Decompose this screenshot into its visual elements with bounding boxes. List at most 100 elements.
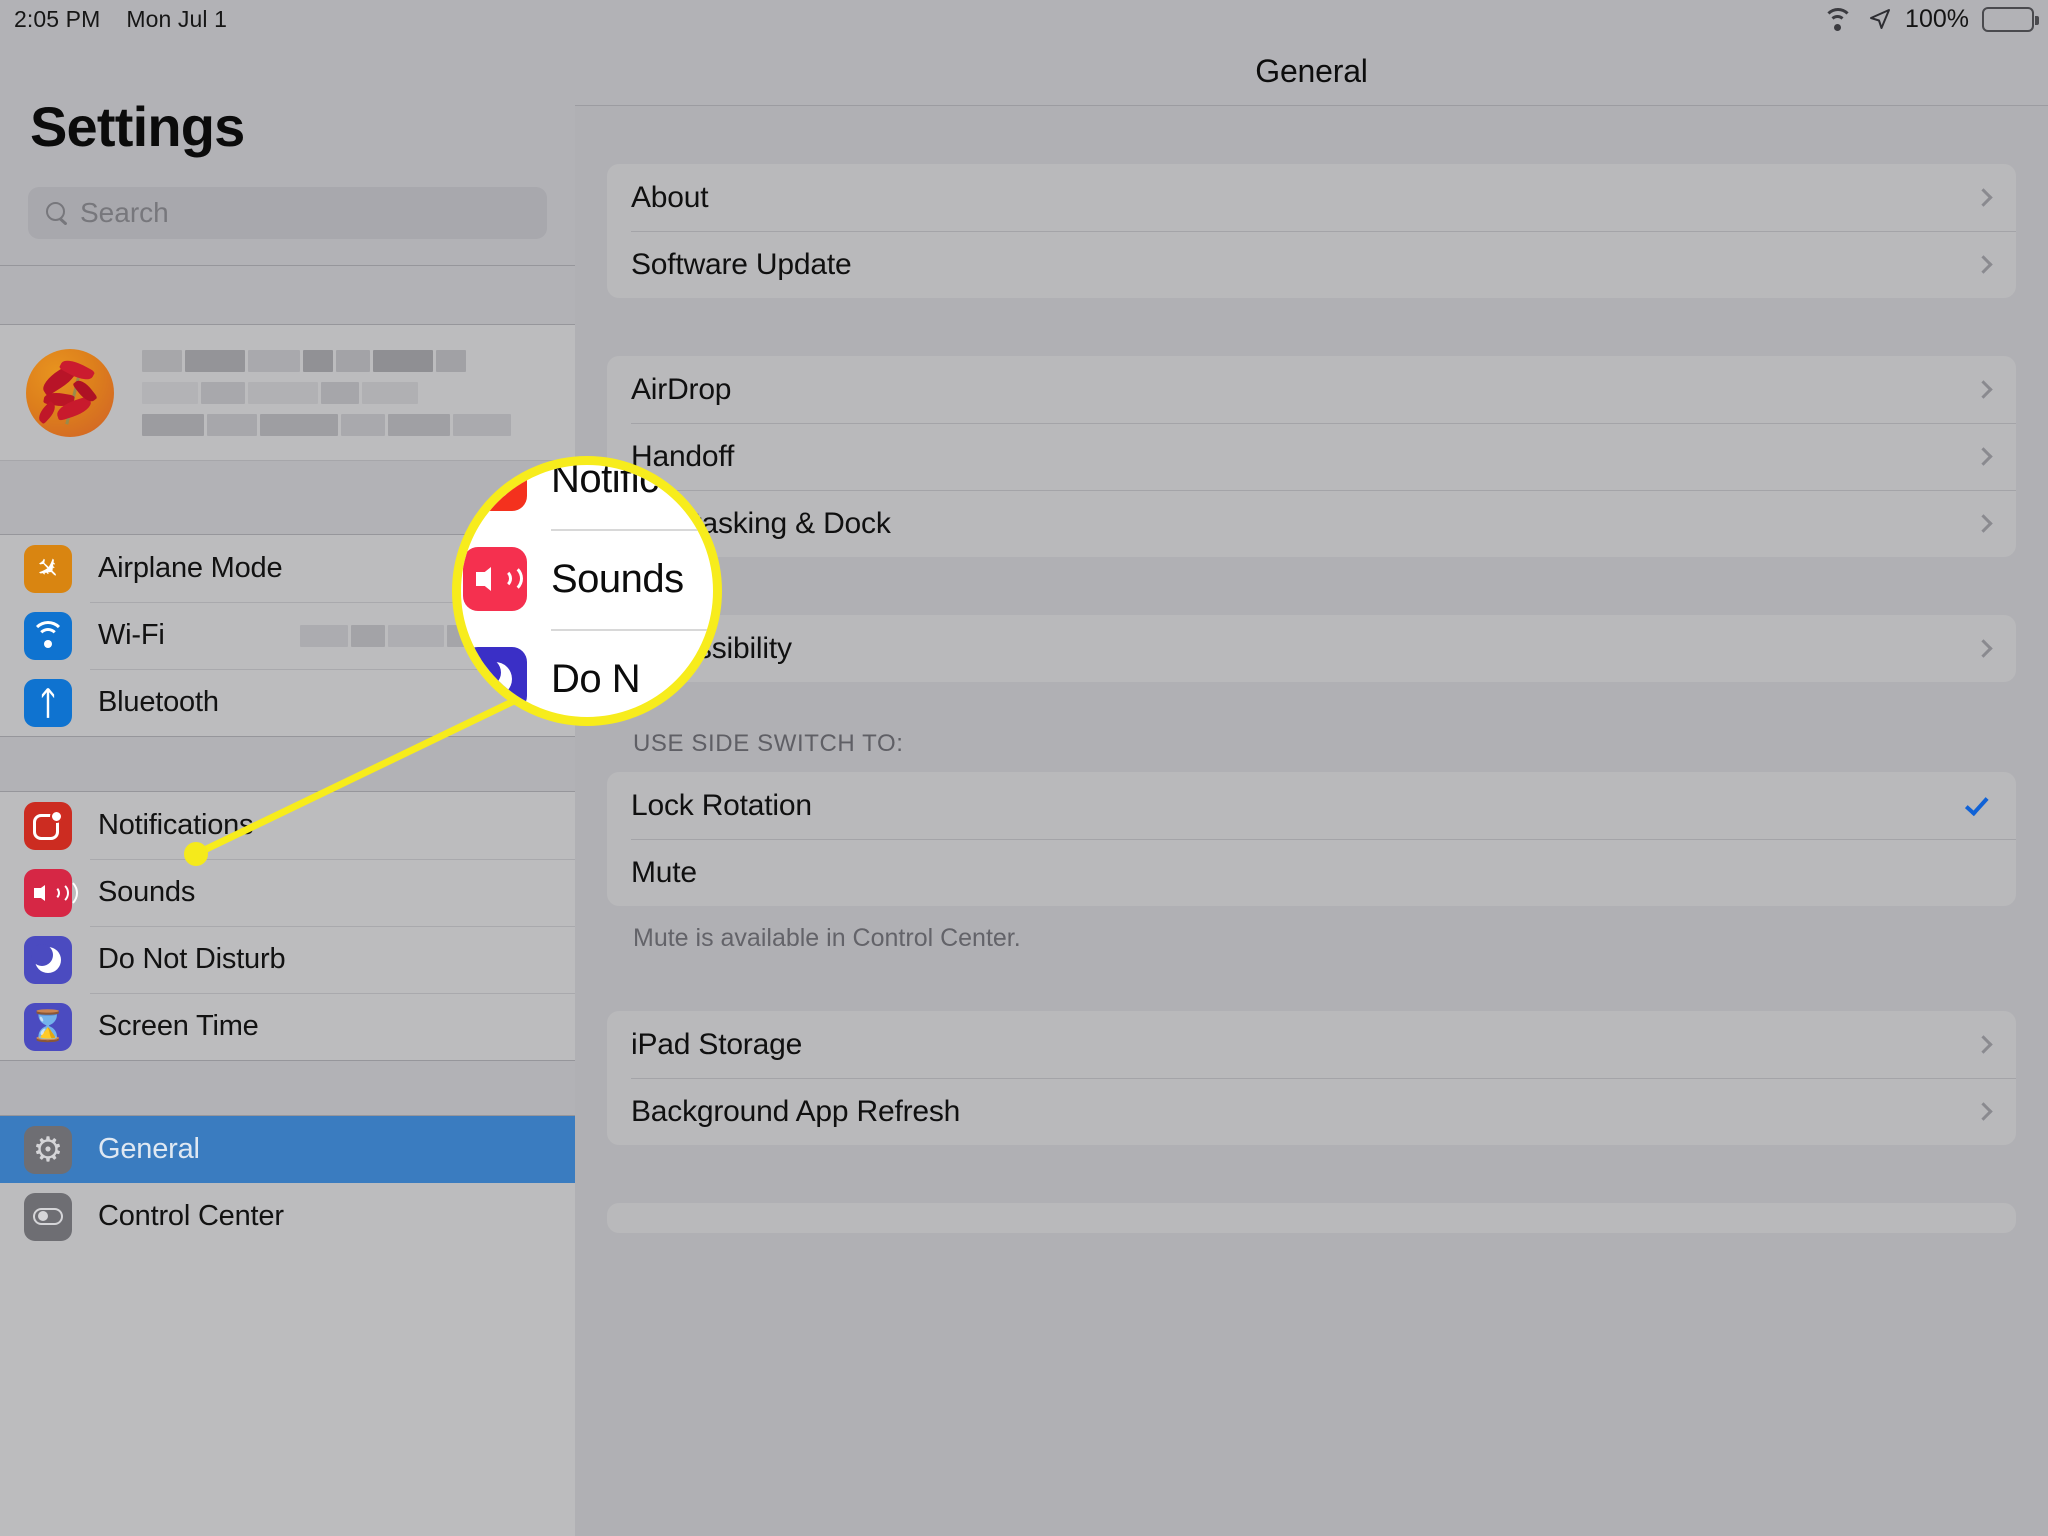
sidebar-group-system: ⚙ General Control Center <box>0 1116 575 1250</box>
chevron-right-icon <box>1974 639 1993 658</box>
status-bar-left: 2:05 PM Mon Jul 1 <box>0 6 227 33</box>
detail-group-continuity: AirDrop Handoff Multitasking & Dock <box>607 356 2016 557</box>
settings-sidebar: Settings Search ✈ Airplane Mode Wi-Fi ᛏ … <box>0 38 575 1536</box>
detail-row-accessibility[interactable]: Accessibility <box>607 615 2016 682</box>
account-text-redacted <box>142 349 511 436</box>
chevron-right-icon <box>1974 1102 1993 1121</box>
user-avatar-flower-image <box>26 348 114 437</box>
row-label: Mute <box>631 855 697 889</box>
sidebar-group-alerts: Notifications Sounds Do Not Disturb ⌛ Sc… <box>0 792 575 1060</box>
sounds-speaker-icon <box>24 868 78 917</box>
status-bar-right: 100% <box>1821 0 2039 38</box>
sidebar-item-notifications[interactable]: Notifications <box>0 792 575 859</box>
detail-row-mute[interactable]: Mute <box>607 839 2016 906</box>
detail-group-accessibility: Accessibility <box>607 615 2016 682</box>
toggle-icon <box>24 1192 72 1241</box>
chevron-right-icon <box>1974 1035 1993 1054</box>
ipad-settings-screen: 2:05 PM Mon Jul 1 100% Settings Search ✈… <box>0 0 2048 1536</box>
sidebar-item-label: Control Center <box>98 1200 284 1232</box>
row-label: About <box>631 180 709 214</box>
magnifier-callout: Notific Sounds Do N <box>452 456 722 726</box>
section-header-use-side-switch: USE SIDE SWITCH TO: <box>633 730 904 757</box>
moon-icon <box>24 935 72 984</box>
moon-icon <box>463 647 527 711</box>
sidebar-item-label: Notifications <box>98 809 254 841</box>
detail-row-airdrop[interactable]: AirDrop <box>607 356 2016 423</box>
notifications-icon <box>24 801 72 850</box>
checkmark-icon <box>1964 791 1989 816</box>
search-input[interactable]: Search <box>28 187 547 239</box>
sidebar-item-sounds[interactable]: Sounds <box>0 859 575 926</box>
account-detail-redacted <box>142 413 511 436</box>
account-subtitle-redacted <box>142 381 511 404</box>
notifications-icon <box>463 465 527 511</box>
sidebar-item-label: Wi-Fi <box>98 619 165 651</box>
detail-row-about[interactable]: About <box>607 164 2016 231</box>
row-label: Background App Refresh <box>631 1094 961 1128</box>
magnified-row-do-not-disturb: Do N <box>461 629 713 717</box>
status-time: 2:05 PM <box>14 5 101 32</box>
chevron-right-icon <box>1974 447 1993 466</box>
search-icon <box>44 200 70 226</box>
detail-row-software-update[interactable]: Software Update <box>607 231 2016 298</box>
gear-icon: ⚙ <box>24 1125 72 1174</box>
detail-title: General <box>1255 53 1368 89</box>
section-footer-mute-note: Mute is available in Control Center. <box>633 924 1021 952</box>
account-name-redacted <box>142 349 511 372</box>
callout-anchor-dot <box>184 842 208 866</box>
row-label: AirDrop <box>631 372 732 406</box>
sidebar-item-label: General <box>98 1133 200 1165</box>
bluetooth-icon: ᛏ <box>24 678 72 727</box>
detail-row-ipad-storage[interactable]: iPad Storage <box>607 1011 2016 1078</box>
detail-row-handoff[interactable]: Handoff <box>607 423 2016 490</box>
sidebar-item-label: Screen Time <box>98 1010 259 1042</box>
sidebar-item-label: Bluetooth <box>98 686 219 718</box>
sidebar-spacer-3 <box>0 736 575 792</box>
row-label: Software Update <box>631 247 852 281</box>
chevron-right-icon <box>1974 514 1993 533</box>
wifi-icon <box>24 611 72 660</box>
magnified-row-notifications: Notific <box>461 465 713 529</box>
battery-full-icon <box>1982 6 2039 32</box>
magnified-row-sounds: Sounds <box>461 529 713 629</box>
row-label: Lock Rotation <box>631 788 812 822</box>
hourglass-icon: ⌛ <box>24 1002 72 1051</box>
battery-percent: 100% <box>1905 4 1969 33</box>
sidebar-item-label: Airplane Mode <box>98 552 283 584</box>
sidebar-item-general[interactable]: ⚙ General <box>0 1116 575 1183</box>
detail-group-storage: iPad Storage Background App Refresh <box>607 1011 2016 1145</box>
detail-row-background-app-refresh[interactable]: Background App Refresh <box>607 1078 2016 1145</box>
page-title: Settings <box>30 95 245 158</box>
detail-group-side-switch: Lock Rotation Mute <box>607 772 2016 906</box>
detail-header: General <box>575 38 2048 106</box>
search-container: Search <box>0 159 575 265</box>
sidebar-item-screen-time[interactable]: ⌛ Screen Time <box>0 993 575 1060</box>
detail-row-multitasking-and-dock[interactable]: Multitasking & Dock <box>607 490 2016 557</box>
chevron-right-icon <box>1974 188 1993 207</box>
sidebar-item-label: Sounds <box>98 876 196 908</box>
sidebar-header: Settings Search <box>0 38 575 265</box>
magnified-row-label: Sounds <box>551 556 684 601</box>
chevron-right-icon <box>1974 380 1993 399</box>
location-arrow-icon <box>1868 7 1892 31</box>
detail-row-lock-rotation[interactable]: Lock Rotation <box>607 772 2016 839</box>
detail-group-next-partial <box>607 1203 2016 1233</box>
sidebar-item-apple-account[interactable] <box>0 325 575 461</box>
general-detail-panel: General About Software Update AirDrop Ha… <box>575 38 2048 1536</box>
airplane-icon <box>24 544 72 593</box>
wifi-icon <box>1821 6 1855 32</box>
status-bar: 2:05 PM Mon Jul 1 100% <box>0 0 2048 38</box>
detail-body: About Software Update AirDrop Handoff Mu… <box>575 164 2048 1233</box>
sidebar-spacer-1 <box>0 265 575 325</box>
sidebar-item-label: Do Not Disturb <box>98 943 286 975</box>
status-date: Mon Jul 1 <box>126 5 227 32</box>
sidebar-spacer-4 <box>0 1060 575 1116</box>
magnified-row-label: Do N <box>551 656 641 701</box>
search-placeholder: Search <box>80 197 169 228</box>
sidebar-item-do-not-disturb[interactable]: Do Not Disturb <box>0 926 575 993</box>
row-label: iPad Storage <box>631 1027 803 1061</box>
chevron-right-icon <box>1974 255 1993 274</box>
detail-group-info: About Software Update <box>607 164 2016 298</box>
sounds-speaker-icon <box>463 547 535 611</box>
sidebar-item-control-center[interactable]: Control Center <box>0 1183 575 1250</box>
